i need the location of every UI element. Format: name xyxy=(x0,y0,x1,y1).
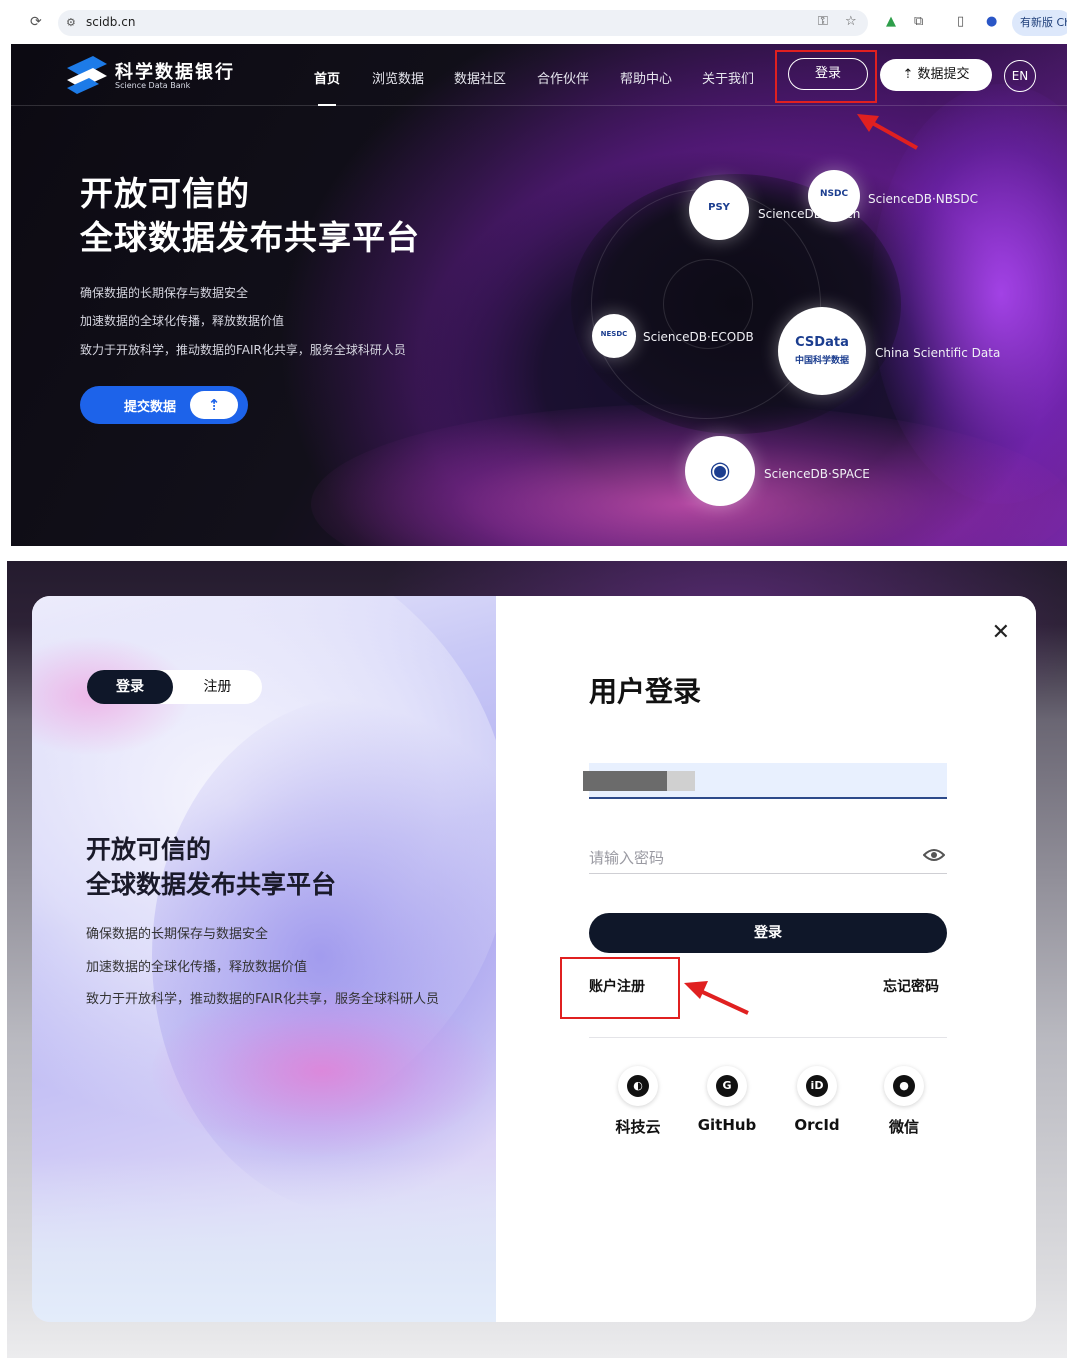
eye-icon[interactable] xyxy=(923,848,945,862)
profile-icon[interactable]: ● xyxy=(986,14,997,29)
psych-logo-text: PSY xyxy=(708,202,730,213)
hero-submit-data-button[interactable]: 提交数据 ⇡ xyxy=(80,386,248,424)
modal-description-3: 致力于开放科学，推动数据的FAIR化共享，服务全球科研人员 xyxy=(86,992,440,1007)
browser-toolbar: ⟳ ⚙ scidb.cn ⚿ ☆ ▲ ⧉ ▯ ● 有新版 Ch xyxy=(0,0,1067,44)
bookmark-star-icon[interactable]: ☆ xyxy=(845,14,857,29)
wechat-icon: ● xyxy=(893,1075,915,1097)
register-highlight-box xyxy=(560,957,680,1019)
modal-left-title: 开放可信的 全球数据发布共享平台 xyxy=(86,832,336,902)
logo-subtext: Science Data Bank xyxy=(115,81,191,90)
nbsdc-node-label[interactable]: ScienceDB·NBSDC xyxy=(868,192,978,206)
csdata-node-label[interactable]: China Scientific Data xyxy=(875,346,1000,360)
csdata-node-logo[interactable]: CSData 中国科学数据 xyxy=(778,307,866,395)
modal-left-panel: 登录 注册 开放可信的 全球数据发布共享平台 确保数据的长期保存与数据安全 加速… xyxy=(32,596,496,1322)
side-panel-icon[interactable]: ▯ xyxy=(957,14,964,29)
hero-title-line1: 开放可信的 xyxy=(80,174,250,213)
cstcloud-icon-wrap: ◐ xyxy=(618,1066,658,1106)
nbsdc-node-logo[interactable]: NSDC xyxy=(808,170,860,222)
nav-help-center[interactable]: 帮助中心 xyxy=(620,68,672,87)
redacted-account-2 xyxy=(667,771,695,791)
orcid-icon: iD xyxy=(806,1075,828,1097)
login-modal-screenshot: 登录 注册 开放可信的 全球数据发布共享平台 确保数据的长期保存与数据安全 加速… xyxy=(7,561,1067,1358)
nbsdc-logo-text: NSDC xyxy=(819,189,849,199)
decor-fade xyxy=(32,1156,496,1322)
reload-icon[interactable]: ⟳ xyxy=(30,14,42,30)
login-register-switch: 登录 注册 xyxy=(87,670,262,704)
psych-node-logo[interactable]: PSY xyxy=(689,180,749,240)
ecodb-node-label[interactable]: ScienceDB·ECODB xyxy=(643,330,754,344)
space-node-label[interactable]: ScienceDB·SPACE xyxy=(764,467,870,481)
hero-description-3: 致力于开放科学，推动数据的FAIR化共享，服务全球科研人员 xyxy=(80,343,406,357)
modal-title-line1: 开放可信的 xyxy=(86,835,212,864)
extensions-puzzle-icon[interactable]: ⧉ xyxy=(914,14,923,29)
decor-pink-glow xyxy=(152,986,492,1156)
login-submit-button[interactable]: 登录 xyxy=(589,913,947,953)
wechat-login[interactable]: ● 微信 xyxy=(864,1066,944,1137)
modal-description-2: 加速数据的全球化传播，释放数据价值 xyxy=(86,960,308,975)
ecodb-logo-text: NESDC xyxy=(600,330,628,338)
url-text: scidb.cn xyxy=(86,15,136,29)
github-icon: G xyxy=(716,1075,738,1097)
nav-browse-data[interactable]: 浏览数据 xyxy=(372,68,424,87)
nav-about-us[interactable]: 关于我们 xyxy=(702,68,754,87)
ecodb-node-logo[interactable]: NESDC xyxy=(592,314,636,358)
nav-home[interactable]: 首页 xyxy=(314,68,340,87)
top-navigation: 科学数据银行 Science Data Bank 首页 浏览数据 数据社区 合作… xyxy=(11,44,1067,106)
active-nav-indicator xyxy=(318,104,336,106)
submit-data-label: 数据提交 xyxy=(917,67,970,82)
redacted-account xyxy=(583,771,667,791)
login-modal: 登录 注册 开放可信的 全球数据发布共享平台 确保数据的长期保存与数据安全 加速… xyxy=(32,596,1036,1322)
github-icon-wrap: G xyxy=(707,1066,747,1106)
nav-data-community[interactable]: 数据社区 xyxy=(454,68,506,87)
orcid-login[interactable]: iD OrcId xyxy=(777,1066,857,1134)
red-arrow-icon xyxy=(684,981,749,1015)
upload-icon: ⇡ xyxy=(190,391,238,419)
github-login[interactable]: G GitHub xyxy=(687,1066,767,1134)
hero-submit-label: 提交数据 xyxy=(124,400,177,415)
cstcloud-icon: ◐ xyxy=(627,1075,649,1097)
wechat-icon-wrap: ● xyxy=(884,1066,924,1106)
scidb-logo-icon[interactable] xyxy=(63,54,109,96)
site-settings-icon[interactable]: ⚙ xyxy=(66,16,76,29)
close-icon[interactable]: ✕ xyxy=(992,620,1010,645)
password-key-icon[interactable]: ⚿ xyxy=(818,14,828,29)
language-toggle[interactable]: EN xyxy=(1004,60,1036,92)
orcid-icon-wrap: iD xyxy=(797,1066,837,1106)
login-highlight-box xyxy=(775,50,877,103)
browser-update-button[interactable]: 有新版 Ch xyxy=(1012,10,1067,36)
hero-title-line2: 全球数据发布共享平台 xyxy=(80,218,420,257)
modal-title-line2: 全球数据发布共享平台 xyxy=(86,870,337,899)
account-input[interactable] xyxy=(583,763,947,799)
divider xyxy=(589,1037,947,1038)
upload-icon: ⇡ xyxy=(902,67,918,82)
globe-icon: ◉ xyxy=(709,456,731,484)
submit-data-button[interactable]: ⇡ 数据提交 xyxy=(880,59,992,91)
cstcloud-label: 科技云 xyxy=(615,1118,661,1136)
orcid-label: OrcId xyxy=(794,1116,840,1134)
cstcloud-login[interactable]: ◐ 科技云 xyxy=(598,1066,678,1137)
tab-login[interactable]: 登录 xyxy=(87,670,173,704)
wechat-label: 微信 xyxy=(888,1118,919,1136)
password-input[interactable]: 请输入密码 xyxy=(589,840,947,874)
tab-register[interactable]: 注册 xyxy=(173,670,262,704)
red-arrow-icon xyxy=(857,114,918,150)
csdata-logo-text: CSData xyxy=(795,335,849,350)
login-heading: 用户登录 xyxy=(589,675,702,708)
password-placeholder: 请输入密码 xyxy=(589,849,665,867)
forgot-password-link[interactable]: 忘记密码 xyxy=(883,976,939,996)
space-node-logo[interactable]: ◉ xyxy=(685,436,755,506)
csdata-logo-subtext: 中国科学数据 xyxy=(794,356,849,366)
hero-description-2: 加速数据的全球化传播，释放数据价值 xyxy=(80,314,285,328)
github-label: GitHub xyxy=(697,1116,757,1134)
hero-title: 开放可信的 全球数据发布共享平台 xyxy=(80,172,420,260)
modal-description-1: 确保数据的长期保存与数据安全 xyxy=(86,927,269,942)
address-bar[interactable] xyxy=(58,10,868,36)
nav-partners[interactable]: 合作伙伴 xyxy=(537,68,589,87)
homepage-screenshot: ⟳ ⚙ scidb.cn ⚿ ☆ ▲ ⧉ ▯ ● 有新版 Ch 科学数据银行 S… xyxy=(0,0,1067,546)
extension-icon[interactable]: ▲ xyxy=(886,14,896,29)
hero-description-1: 确保数据的长期保存与数据安全 xyxy=(80,286,249,300)
